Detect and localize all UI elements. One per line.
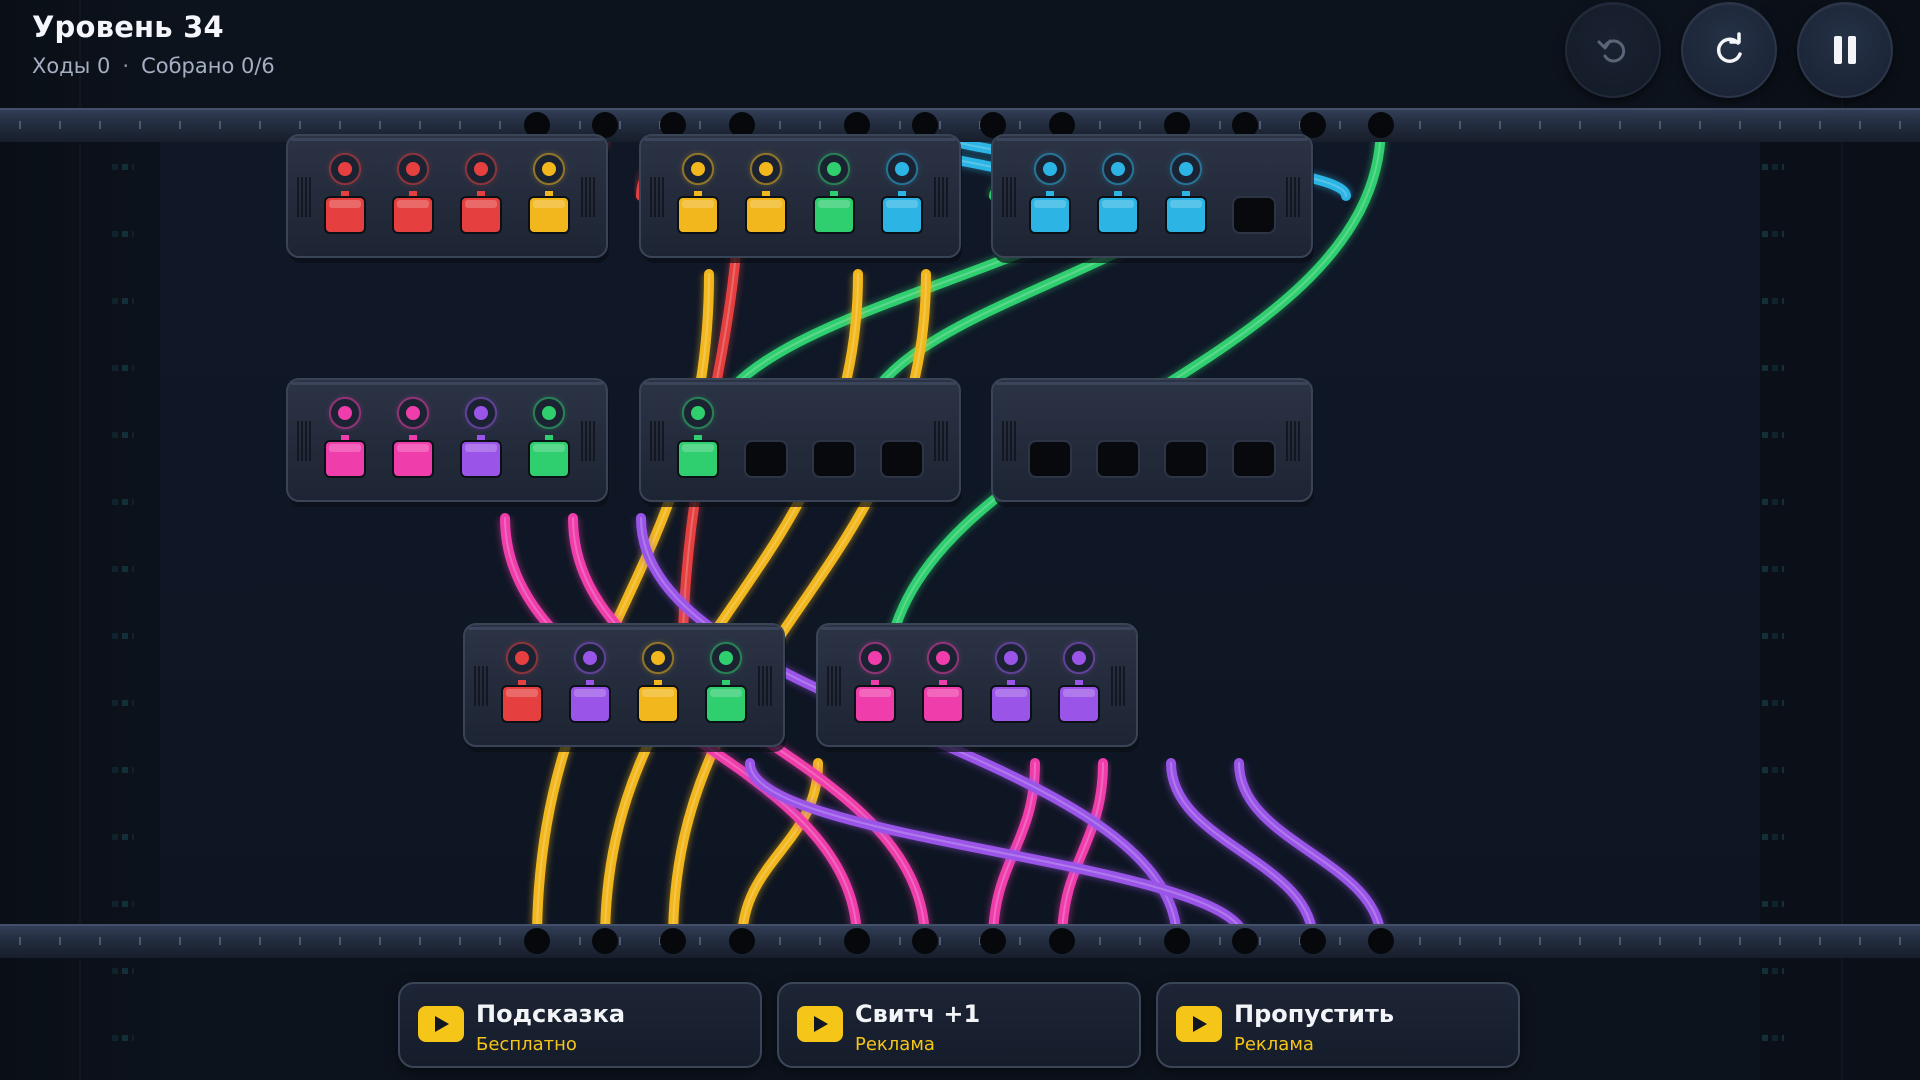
rail-pin: [592, 928, 618, 954]
stats-separator: ·: [122, 54, 130, 78]
switch-s5[interactable]: [639, 378, 962, 507]
port-led: [1043, 162, 1057, 176]
moves-counter: Ходы 0: [32, 54, 111, 78]
port-led: [474, 162, 488, 176]
bottom-rail: [0, 924, 1920, 958]
play-ad-icon: [1176, 1006, 1222, 1042]
rail-pin: [524, 928, 550, 954]
empty-port[interactable]: [1232, 196, 1276, 234]
port-led: [406, 406, 420, 420]
pause-button[interactable]: [1797, 2, 1893, 98]
top-rail: [0, 108, 1920, 142]
switch-s7[interactable]: [463, 623, 786, 752]
port-led: [583, 651, 597, 665]
port-led: [719, 651, 733, 665]
add-switch-button[interactable]: Свитч +1 Реклама: [777, 982, 1141, 1068]
rail-pin: [1164, 928, 1190, 954]
port-led: [542, 162, 556, 176]
port-led: [691, 162, 705, 176]
rail-pin: [980, 928, 1006, 954]
rail-pin: [1368, 928, 1394, 954]
restart-button[interactable]: [1681, 2, 1777, 98]
empty-port[interactable]: [1232, 440, 1276, 478]
port-led: [338, 406, 352, 420]
port-led: [691, 406, 705, 420]
port-led: [1004, 651, 1018, 665]
game-board[interactable]: [0, 0, 1920, 1080]
port-led: [515, 651, 529, 665]
empty-port[interactable]: [1164, 440, 1208, 478]
switch-s1[interactable]: [286, 134, 609, 263]
undo-icon: [1597, 39, 1626, 63]
port-led: [474, 406, 488, 420]
rail-pin: [1300, 112, 1326, 138]
rail-pin: [729, 928, 755, 954]
switch-s3[interactable]: [991, 134, 1314, 263]
hint-label: Подсказка: [476, 1000, 626, 1028]
port-led: [651, 651, 665, 665]
hint-sublabel: Бесплатно: [476, 1034, 577, 1055]
undo-button[interactable]: [1565, 2, 1661, 98]
port-led: [406, 162, 420, 176]
rail-pin: [844, 928, 870, 954]
cable-pink: [1055, 758, 1110, 946]
rail-pin: [912, 928, 938, 954]
pause-icon: [1834, 36, 1856, 64]
skip-sublabel: Реклама: [1234, 1034, 1314, 1055]
port-led: [827, 162, 841, 176]
port-led: [1111, 162, 1125, 176]
port-led: [1179, 162, 1193, 176]
restart-icon: [1716, 32, 1742, 63]
level-title: Уровень 34: [32, 10, 224, 44]
collected-counter: Собрано 0/6: [141, 54, 275, 78]
port-led: [1072, 651, 1086, 665]
port-led: [759, 162, 773, 176]
switch-s8[interactable]: [816, 623, 1139, 752]
hint-button[interactable]: Подсказка Бесплатно: [398, 982, 762, 1068]
add-switch-label: Свитч +1: [855, 1000, 981, 1028]
switch-layer: [286, 134, 1314, 752]
switch-s4[interactable]: [286, 378, 609, 507]
port-led: [542, 406, 556, 420]
port-led: [936, 651, 950, 665]
rail-pin: [660, 928, 686, 954]
rail-pin: [1232, 928, 1258, 954]
level-stats: Ходы 0 · Собрано 0/6: [32, 54, 275, 78]
port-led: [338, 162, 352, 176]
empty-port[interactable]: [812, 440, 856, 478]
empty-port[interactable]: [1096, 440, 1140, 478]
skip-label: Пропустить: [1234, 1000, 1395, 1028]
empty-port[interactable]: [744, 440, 788, 478]
port-led: [895, 162, 909, 176]
switch-s6[interactable]: [991, 378, 1314, 507]
skip-button[interactable]: Пропустить Реклама: [1156, 982, 1520, 1068]
rail-pin: [980, 112, 1006, 138]
play-ad-icon: [797, 1006, 843, 1042]
rail-pin: [1300, 928, 1326, 954]
add-switch-sublabel: Реклама: [855, 1034, 935, 1055]
empty-port[interactable]: [880, 440, 924, 478]
port-led: [868, 651, 882, 665]
switch-s2[interactable]: [639, 134, 962, 263]
play-ad-icon: [418, 1006, 464, 1042]
empty-port[interactable]: [1028, 440, 1072, 478]
rail-pin: [1049, 928, 1075, 954]
rail-pin: [1368, 112, 1394, 138]
